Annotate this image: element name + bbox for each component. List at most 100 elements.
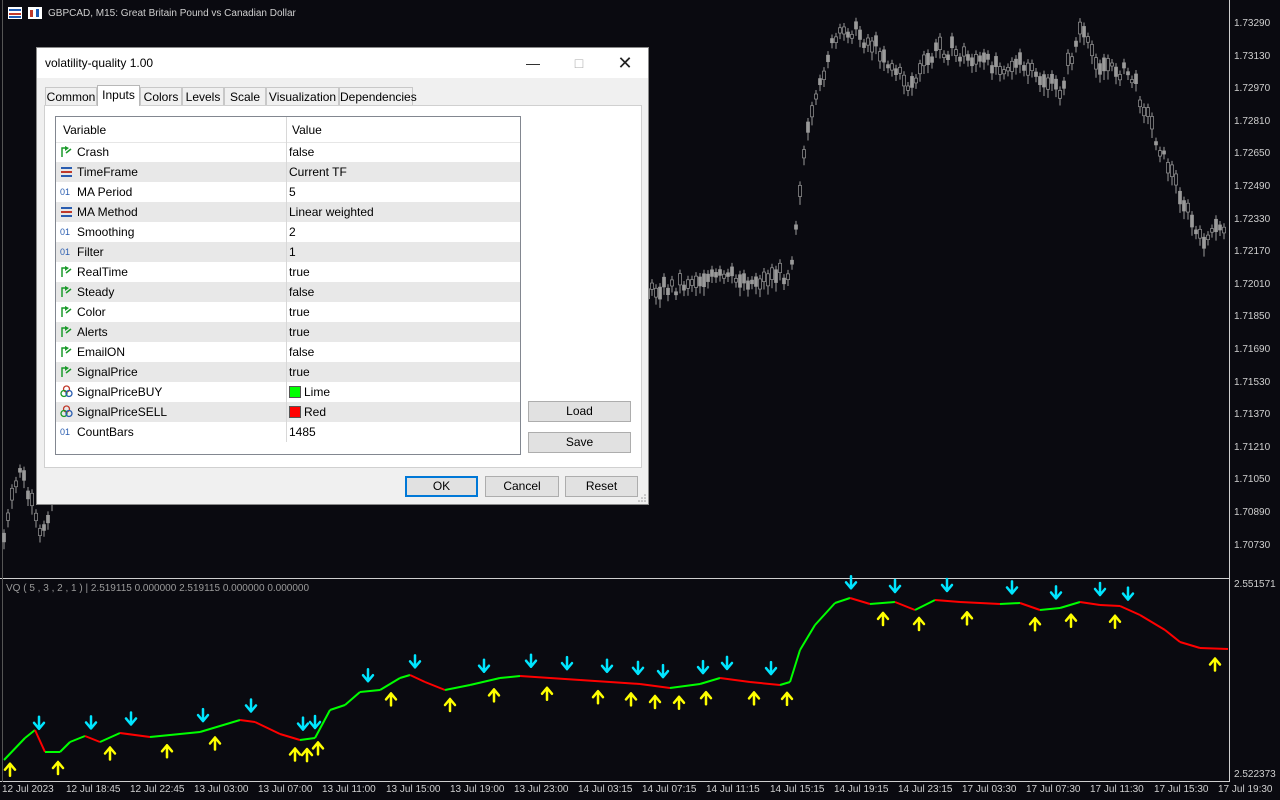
candle-body: [762, 271, 766, 282]
candle-body: [1014, 58, 1018, 68]
candle-body: [1126, 71, 1130, 76]
candle-body: [1038, 76, 1042, 86]
price-tick: 1.71050: [1234, 474, 1271, 486]
table-row[interactable]: 01 MA Period 5: [56, 182, 520, 202]
candle-body: [826, 54, 830, 63]
table-row[interactable]: SignalPrice true: [56, 362, 520, 382]
variable-value[interactable]: false: [289, 145, 314, 159]
indicator-down-segment: [239, 719, 256, 723]
variable-value[interactable]: false: [289, 285, 314, 299]
sell-arrow-icon: [196, 707, 210, 723]
price-tick: 1.72970: [1234, 83, 1271, 95]
candle-body: [1186, 202, 1190, 213]
enum-icon: [60, 205, 73, 218]
color-swatch[interactable]: [289, 386, 301, 398]
table-row[interactable]: Color true: [56, 302, 520, 322]
table-row[interactable]: 01 Smoothing 2: [56, 222, 520, 242]
resize-grip-icon[interactable]: [638, 494, 646, 502]
chart-menu-icon[interactable]: [8, 6, 22, 19]
candle-body: [26, 490, 30, 500]
candle-body: [690, 279, 694, 286]
indicator-down-segment: [1199, 647, 1229, 650]
sell-arrow-icon: [477, 658, 491, 673]
candle-body: [1154, 141, 1158, 146]
maximize-icon[interactable]: □: [556, 48, 602, 78]
candle-body: [834, 36, 838, 43]
buy-arrow-icon: [1028, 617, 1042, 632]
price-tick: 1.72010: [1234, 278, 1271, 290]
variable-value[interactable]: Current TF: [289, 165, 347, 179]
inputs-table[interactable]: Variable Value Crash false TimeFrame Curren…: [55, 116, 521, 455]
table-row[interactable]: RealTime true: [56, 262, 520, 282]
table-row[interactable]: TimeFrame Current TF: [56, 162, 520, 182]
buy-arrow-icon: [699, 690, 713, 706]
column-header-value[interactable]: Value: [292, 123, 322, 137]
candle-body: [14, 480, 18, 488]
tab-visualization[interactable]: Visualization: [266, 87, 339, 105]
table-row[interactable]: Crash false: [56, 142, 520, 162]
candle-body: [694, 275, 698, 288]
variable-value[interactable]: false: [289, 345, 314, 359]
indicator-up-segment: [359, 689, 381, 693]
save-button[interactable]: Save: [528, 432, 631, 453]
time-tick: 13 Jul 07:00: [258, 784, 313, 795]
variable-value[interactable]: Linear weighted: [289, 205, 374, 219]
candle-body: [910, 76, 914, 88]
time-tick: 14 Jul 23:15: [898, 784, 953, 795]
indicator-down-segment: [254, 721, 281, 735]
candle-body: [1158, 150, 1162, 157]
buy-arrow-icon: [311, 741, 325, 756]
candle-body: [1202, 236, 1206, 249]
minimize-icon[interactable]: —: [510, 48, 556, 78]
variable-value[interactable]: Red: [289, 405, 326, 419]
variable-value[interactable]: true: [289, 265, 310, 279]
variable-value[interactable]: 1485: [289, 425, 316, 439]
variable-value[interactable]: true: [289, 365, 310, 379]
table-row[interactable]: 01 Filter 1: [56, 242, 520, 262]
variable-value[interactable]: true: [289, 325, 310, 339]
close-icon[interactable]: ✕: [602, 48, 648, 78]
tab-common[interactable]: Common: [45, 87, 97, 105]
enum-icon: [60, 165, 73, 178]
variable-value[interactable]: 1: [289, 245, 296, 259]
table-row[interactable]: MA Method Linear weighted: [56, 202, 520, 222]
tab-dependencies[interactable]: Dependencies: [339, 87, 417, 105]
table-row[interactable]: Steady false: [56, 282, 520, 302]
one-click-trading-icon[interactable]: [28, 6, 42, 19]
tab-scale[interactable]: Scale: [224, 87, 266, 105]
candle-body: [870, 40, 874, 53]
sell-arrow-icon: [696, 659, 710, 675]
variable-value[interactable]: true: [289, 305, 310, 319]
tab-colors[interactable]: Colors: [140, 87, 182, 105]
load-button[interactable]: Load: [528, 401, 631, 422]
candle-body: [1166, 162, 1170, 174]
indicator-down-segment: [579, 679, 611, 683]
table-row[interactable]: EmailON false: [56, 342, 520, 362]
candle-body: [746, 280, 750, 290]
table-row[interactable]: SignalPriceSELL Red: [56, 402, 520, 422]
color-swatch[interactable]: [289, 406, 301, 418]
variable-value[interactable]: 2: [289, 225, 296, 239]
buy-arrow-icon: [288, 747, 302, 762]
variable-value[interactable]: 5: [289, 185, 296, 199]
indicator-up-segment: [59, 741, 71, 753]
column-header-variable[interactable]: Variable: [63, 123, 106, 137]
table-row[interactable]: Alerts true: [56, 322, 520, 342]
candle-body: [1174, 173, 1178, 186]
dialog-titlebar[interactable]: volatility-quality 1.00 — □ ✕: [37, 48, 648, 78]
tab-inputs[interactable]: Inputs: [97, 85, 140, 106]
ok-button[interactable]: OK: [405, 476, 478, 497]
buy-arrow-icon: [384, 692, 398, 707]
candle-body: [850, 34, 854, 39]
table-row[interactable]: 01 CountBars 1485: [56, 422, 520, 442]
indicator-scale-top: 2.551571: [1234, 579, 1276, 590]
reset-button[interactable]: Reset: [565, 476, 638, 497]
table-row[interactable]: SignalPriceBUY Lime: [56, 382, 520, 402]
tab-levels[interactable]: Levels: [182, 87, 224, 105]
candle-body: [878, 51, 882, 62]
candle-body: [658, 286, 662, 300]
variable-value[interactable]: Lime: [289, 385, 330, 399]
int-icon: 01: [60, 425, 73, 438]
column-separator[interactable]: [286, 117, 287, 442]
cancel-button[interactable]: Cancel: [485, 476, 559, 497]
